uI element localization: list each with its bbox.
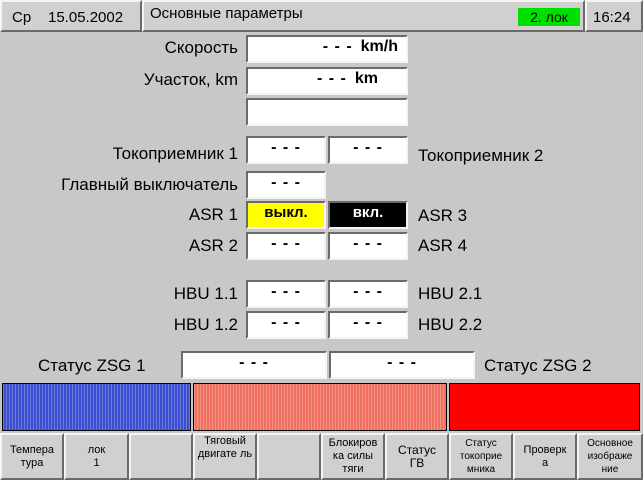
page-title: Основные параметры	[150, 5, 303, 22]
zsg1-field: - - -	[181, 351, 327, 379]
section-unit: km	[354, 70, 378, 87]
pantograph1-label: Токоприемник 1	[112, 144, 238, 163]
day-label: Ср	[12, 9, 32, 26]
main-switch-label: Главный выключатель	[61, 175, 238, 194]
hbu12-field: - - -	[246, 311, 326, 339]
asr1-field: выкл.	[246, 201, 326, 229]
speed-value: - - -	[322, 38, 353, 55]
softkey-temperature-label: Темпера тура	[9, 443, 55, 469]
softkey-temperature[interactable]: Темпера тура	[0, 433, 64, 480]
speed-label: Скорость	[164, 38, 238, 57]
asr3-field: вкл.	[328, 201, 408, 229]
hbu22-field: - - -	[328, 311, 408, 339]
hbu11-field: - - -	[246, 280, 326, 308]
time-label: 16:24	[593, 9, 631, 26]
softkey-status-gv-label: Статус ГВ	[398, 442, 436, 470]
loco-badge: 2. лок	[518, 8, 580, 26]
status-bar-salmon	[193, 383, 447, 431]
asr1-label: ASR 1	[188, 205, 238, 224]
hbu21-label: HBU 2.1	[418, 284, 483, 303]
section-field: - - - km	[246, 67, 408, 95]
status-bar-blue	[2, 383, 191, 431]
status-bar-red	[449, 383, 640, 431]
softkey-main-image[interactable]: Основное изображе ние	[577, 433, 643, 480]
pantograph1-field: - - -	[246, 136, 326, 164]
speed-unit: km/h	[360, 38, 398, 55]
softkey-main-image-label: Основное изображе ние	[587, 438, 633, 475]
zsg2-field: - - -	[329, 351, 475, 379]
date-cell: Ср 15.05.2002	[0, 0, 142, 32]
title-cell: Основные параметры 2. лок	[142, 0, 585, 32]
hbu21-field: - - -	[328, 280, 408, 308]
section-value: - - -	[317, 70, 347, 87]
softkey-loco1-label: лок 1	[87, 443, 106, 469]
softkey-check[interactable]: Проверк а	[513, 433, 577, 480]
asr2-label: ASR 2	[188, 236, 238, 255]
softkey-empty-5[interactable]	[257, 433, 321, 480]
section-label: Участок, km	[143, 70, 238, 89]
asr3-label: ASR 3	[418, 206, 468, 225]
softkey-loco1[interactable]: лок 1	[64, 433, 129, 480]
softkey-empty-3[interactable]	[129, 433, 193, 480]
time-cell: 16:24	[585, 0, 643, 32]
asr4-label: ASR 4	[418, 236, 468, 255]
zsg2-label: Статус ZSG 2	[484, 356, 592, 375]
hbu11-label: HBU 1.1	[173, 284, 238, 303]
softkey-pantograph-status-label: Статус токоприе мника	[459, 438, 503, 475]
softkey-traction-motor[interactable]: Тяговый двигате ль	[193, 433, 257, 480]
softkey-check-label: Проверк а	[523, 443, 567, 469]
speed-field: - - - km/h	[246, 35, 408, 63]
softkey-traction-block[interactable]: Блокиров ка силы тяги	[321, 433, 385, 480]
main-switch-field: - - -	[246, 171, 326, 199]
asr4-field: - - -	[328, 232, 408, 260]
pantograph2-label: Токоприемник 2	[418, 146, 544, 165]
pantograph2-field: - - -	[328, 136, 408, 164]
hbu22-label: HBU 2.2	[418, 315, 483, 334]
softkey-traction-motor-label: Тяговый двигате ль	[197, 435, 253, 460]
softkey-status-gv[interactable]: Статус ГВ	[385, 433, 449, 480]
softkey-traction-block-label: Блокиров ка силы тяги	[328, 437, 378, 475]
asr2-field: - - -	[246, 232, 326, 260]
hbu12-label: HBU 1.2	[173, 315, 238, 334]
blank-field	[246, 98, 408, 126]
zsg1-label: Статус ZSG 1	[38, 356, 146, 375]
date-label: 15.05.2002	[48, 9, 124, 26]
softkey-pantograph-status[interactable]: Статус токоприе мника	[449, 433, 513, 480]
